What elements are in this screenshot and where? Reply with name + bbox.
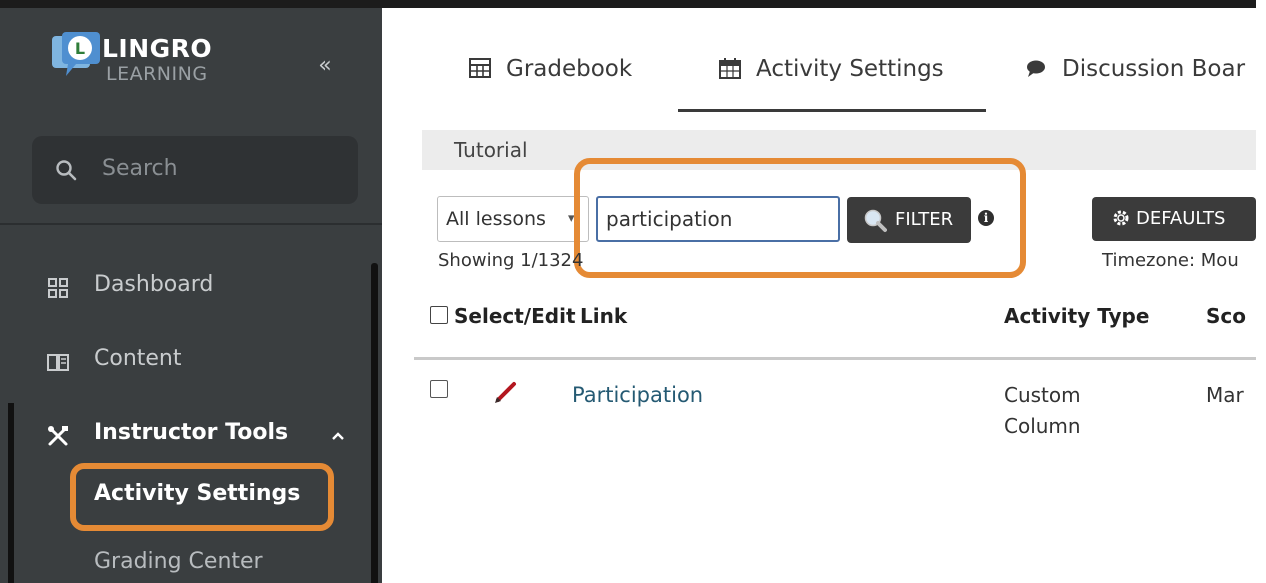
gear-icon (1113, 210, 1129, 226)
sidebar-item-label: Instructor Tools (94, 420, 289, 445)
sidebar-item-content[interactable]: Content (0, 334, 370, 390)
sidebar-item-label: Content (94, 346, 182, 371)
svg-text:L: L (75, 39, 85, 58)
lessons-select[interactable]: All lessons ▾ (437, 196, 589, 242)
lessons-select-value: All lessons (446, 208, 546, 230)
tools-icon (48, 426, 68, 446)
timezone-label: Timezone: Mou (1102, 250, 1239, 271)
column-header-score[interactable]: Sco (1206, 304, 1246, 328)
tab-gradebook[interactable]: Gradebook (468, 56, 632, 96)
chat-icon (1027, 60, 1045, 77)
table-header-divider (414, 357, 1256, 360)
sidebar-search[interactable]: Search (32, 136, 358, 204)
highlight-annotation (574, 158, 1026, 278)
table-icon (469, 58, 491, 78)
defaults-button-label: DEFAULTS (1136, 208, 1226, 229)
top-strip (0, 0, 1266, 8)
brand-name: LINGRO (102, 34, 213, 63)
activity-type-cell: Column (1004, 414, 1081, 438)
breadcrumb-label: Tutorial (454, 138, 528, 162)
sidebar-subitem-activity-settings[interactable]: Activity Settings (94, 481, 300, 506)
book-icon (47, 354, 69, 371)
chevron-up-icon[interactable] (328, 426, 348, 446)
sidebar-divider (0, 223, 382, 225)
sidebar-item-instructor-tools[interactable]: Instructor Tools (0, 408, 370, 464)
sidebar-item-label: Dashboard (94, 272, 214, 297)
sidebar-scrollbar[interactable] (371, 263, 378, 583)
score-cell: Mar (1206, 383, 1244, 407)
tab-label: Gradebook (506, 56, 633, 82)
collapse-sidebar-button[interactable]: « (312, 53, 338, 79)
defaults-button[interactable]: DEFAULTS (1092, 197, 1256, 241)
sidebar-item-dashboard[interactable]: Dashboard (0, 260, 370, 316)
tab-activity-settings[interactable]: Activity Settings (718, 56, 944, 96)
select-all-checkbox[interactable] (430, 306, 448, 324)
tab-label: Discussion Boar (1062, 56, 1246, 82)
page-edge (1256, 0, 1266, 583)
pencil-icon[interactable] (492, 378, 520, 406)
dashboard-icon (48, 278, 68, 298)
row-select-checkbox[interactable] (430, 380, 448, 398)
brand-subtitle: LEARNING (106, 63, 208, 85)
column-header-select-edit: Select/Edit (454, 304, 576, 328)
result-count: Showing 1/1324 (438, 250, 584, 271)
search-placeholder: Search (102, 156, 178, 181)
active-tab-indicator (678, 109, 986, 112)
column-header-activity-type[interactable]: Activity Type (1004, 304, 1149, 328)
activity-type-cell: Custom (1004, 383, 1081, 407)
activity-link[interactable]: Participation (572, 383, 703, 407)
main-panel: Gradebook Activity Settings Discussion B… (382, 8, 1256, 583)
calendar-icon (719, 58, 741, 79)
column-header-link[interactable]: Link (580, 304, 627, 328)
tab-label: Activity Settings (756, 56, 944, 82)
sidebar-subitem-grading-center[interactable]: Grading Center (94, 549, 263, 574)
search-icon (56, 160, 77, 181)
tab-discussion-board[interactable]: Discussion Boar (1024, 56, 1245, 96)
sidebar: L LINGRO LEARNING « Search Dashboard Con… (0, 8, 382, 583)
